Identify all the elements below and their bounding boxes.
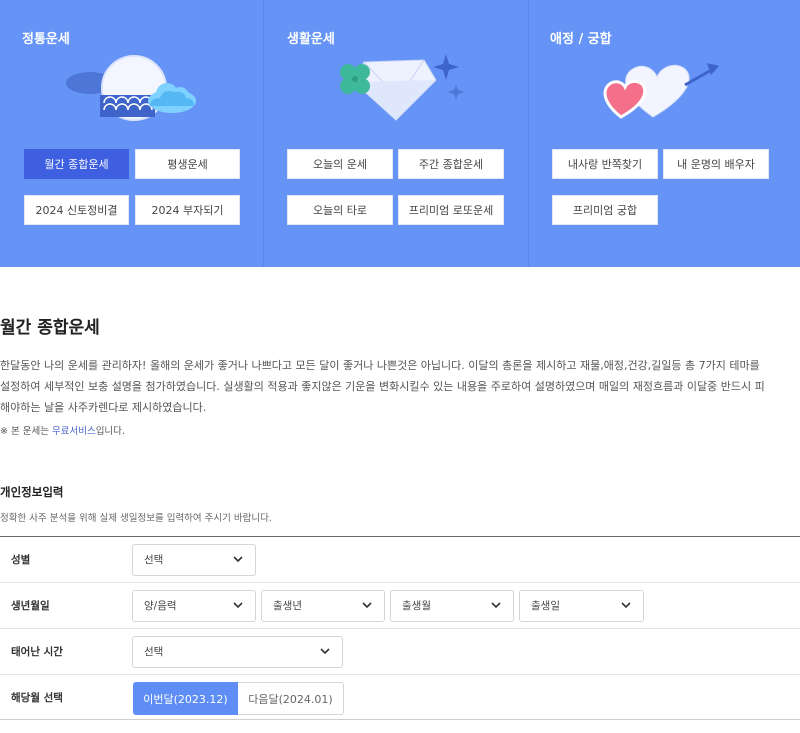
chevron-down-icon — [362, 602, 372, 609]
monthly-fortune-button[interactable]: 월간 종합운세 — [24, 149, 129, 179]
category-title: 애정 / 궁합 — [550, 32, 612, 47]
note-suffix: 입니다. — [95, 426, 125, 437]
premium-compatibility-button[interactable]: 프리미엄 궁합 — [552, 195, 658, 225]
description-line: 해야하는 날을 사주카렌다로 제시하였습니다. — [0, 401, 207, 414]
calendar-type-select[interactable]: 양/음력 — [132, 590, 256, 622]
service-description: 한달동안 나의 운세를 관리하자! 올해의 운세가 좋거나 나쁘다고 모든 달이… — [0, 355, 800, 418]
premium-lotto-button[interactable]: 프리미엄 로또운세 — [398, 195, 504, 225]
today-fortune-button[interactable]: 오늘의 운세 — [287, 149, 393, 179]
gender-select-value: 선택 — [144, 554, 164, 566]
note-prefix: ※ 본 운세는 — [0, 426, 52, 437]
description-line: 설정하여 세부적인 보충 설명을 첨가하였습니다. 실생활의 적용과 좋지않은 … — [0, 380, 765, 393]
description-line: 한달동안 나의 운세를 관리하자! 올해의 운세가 좋거나 나쁘다고 모든 달이… — [0, 359, 760, 372]
current-month-tab[interactable]: 이번달(2023.12) — [133, 682, 238, 715]
personal-info-form: 성별 선택 생년월일 양/음력 출생년 출생월 출생일 태어난 시간 선택 해당… — [0, 536, 800, 720]
lifetime-fortune-button[interactable]: 평생운세 — [135, 149, 240, 179]
category-title: 생활운세 — [287, 32, 335, 47]
form-row-gender: 성별 선택 — [0, 537, 800, 583]
category-column-traditional: 정통운세 월간 종합운세 평생운세 2024 신토정비결 2024 부자되기 — [0, 0, 264, 267]
page-title: 월간 종합운세 — [0, 318, 100, 338]
tojeong-2024-button[interactable]: 2024 신토정비결 — [24, 195, 129, 225]
birth-time-label: 태어난 시간 — [11, 646, 63, 658]
calendar-type-value: 양/음력 — [144, 600, 177, 612]
birth-time-value: 선택 — [144, 646, 164, 658]
free-service-note: ※ 본 운세는 무료서비스입니다. — [0, 423, 125, 437]
category-column-love: 애정 / 궁합 내사랑 반쪽찾기 내 운명의 배우자 프리미엄 궁합 — [529, 0, 800, 267]
birthdate-label: 생년월일 — [11, 600, 50, 612]
clover-diamond-icon — [334, 50, 464, 125]
form-subtitle: 정확한 사주 분석을 위해 실제 생일정보를 입력하여 주시기 바랍니다. — [0, 513, 272, 524]
category-title: 정통운세 — [22, 32, 70, 47]
form-row-birthdate: 생년월일 양/음력 출생년 출생월 출생일 — [0, 583, 800, 629]
weekly-fortune-button[interactable]: 주간 종합운세 — [398, 149, 504, 179]
chevron-down-icon — [233, 602, 243, 609]
birth-year-select[interactable]: 출생년 — [261, 590, 385, 622]
next-month-tab[interactable]: 다음달(2024.01) — [238, 682, 344, 715]
hearts-arrow-icon — [601, 55, 721, 125]
category-banner: 정통운세 월간 종합운세 평생운세 2024 신토정비결 2024 부자되기 생… — [0, 0, 800, 267]
form-title: 개인정보입력 — [0, 485, 64, 499]
destined-spouse-button[interactable]: 내 운명의 배우자 — [663, 149, 769, 179]
chevron-down-icon — [621, 602, 631, 609]
wealth-2024-button[interactable]: 2024 부자되기 — [135, 195, 240, 225]
birth-time-select[interactable]: 선택 — [132, 636, 343, 668]
birth-day-select[interactable]: 출생일 — [519, 590, 644, 622]
form-row-month-select: 해당월 선택 이번달(2023.12) 다음달(2024.01) — [0, 675, 800, 720]
gender-select[interactable]: 선택 — [132, 544, 256, 576]
chevron-down-icon — [320, 648, 330, 655]
birth-month-select[interactable]: 출생월 — [390, 590, 514, 622]
birth-month-value: 출생월 — [402, 600, 431, 612]
moon-cloud-wave-icon — [62, 50, 202, 125]
form-row-birth-time: 태어난 시간 선택 — [0, 629, 800, 675]
category-column-life: 생활운세 오늘의 운세 주간 종합운세 오늘의 타로 프리미엄 로또운세 — [264, 0, 529, 267]
gender-label: 성별 — [11, 554, 31, 566]
free-service-link[interactable]: 무료서비스 — [52, 426, 96, 437]
chevron-down-icon — [491, 602, 501, 609]
month-select-label: 해당월 선택 — [11, 692, 63, 704]
birth-year-value: 출생년 — [273, 600, 302, 612]
birth-day-value: 출생일 — [531, 600, 560, 612]
today-tarot-button[interactable]: 오늘의 타로 — [287, 195, 393, 225]
find-soulmate-button[interactable]: 내사랑 반쪽찾기 — [552, 149, 658, 179]
chevron-down-icon — [233, 556, 243, 563]
